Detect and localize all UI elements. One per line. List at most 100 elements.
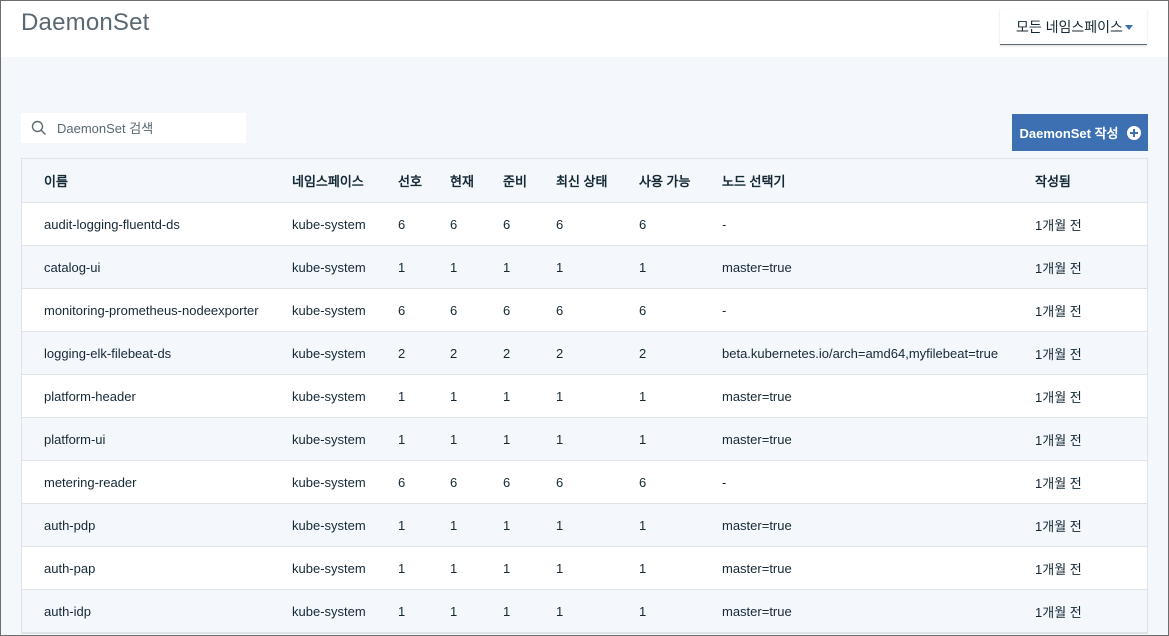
cell-desired: 1	[398, 388, 406, 404]
cell-name[interactable]: monitoring-prometheus-nodeexporter	[44, 289, 259, 331]
cell-ready: 6	[503, 216, 511, 232]
column-header-name[interactable]: 이름	[44, 159, 68, 202]
cell-name[interactable]: platform-ui	[44, 418, 105, 460]
cell-desired: 2	[398, 345, 406, 361]
daemonset-table: 이름 네임스페이스 선호 현재 준비 최신 상태 사용 가능 노드 선택기 작성…	[21, 158, 1148, 634]
cell-ready: 1	[503, 259, 511, 275]
cell-current: 1	[450, 517, 458, 533]
table-header: 이름 네임스페이스 선호 현재 준비 최신 상태 사용 가능 노드 선택기 작성…	[22, 159, 1147, 203]
cell-current: 2	[450, 345, 458, 361]
search-icon	[31, 120, 46, 135]
cell-ready: 1	[503, 603, 511, 619]
column-header-created[interactable]: 작성됨	[1035, 159, 1071, 202]
cell-namespace: kube-system	[292, 517, 366, 533]
cell-desired: 1	[398, 603, 406, 619]
table-row[interactable]: catalog-ui kube-system 1 1 1 1 1 master=true 1개월…	[22, 246, 1147, 289]
add-circle-icon	[1126, 125, 1141, 140]
search-box[interactable]	[21, 113, 246, 143]
cell-desired: 1	[398, 517, 406, 533]
table-row[interactable]: logging-elk-filebeat-ds kube-system 2 2 2 2 2 b…	[22, 332, 1147, 375]
cell-ready: 1	[503, 560, 511, 576]
column-header-up-to-date[interactable]: 최신 상태	[556, 159, 607, 202]
cell-ready: 1	[503, 388, 511, 404]
column-header-current[interactable]: 현재	[450, 159, 474, 202]
cell-name[interactable]: logging-elk-filebeat-ds	[44, 332, 171, 374]
cell-current: 1	[450, 560, 458, 576]
table-body: audit-logging-fluentd-ds kube-system 6 6 6 6 6…	[22, 203, 1147, 633]
cell-node-selector: master=true	[722, 259, 792, 275]
cell-name[interactable]: metering-reader	[44, 461, 137, 503]
namespace-dropdown[interactable]: 모든 네임스페이스	[1000, 9, 1147, 45]
table-row[interactable]: platform-ui kube-system 1 1 1 1 1 master=true 1개…	[22, 418, 1147, 461]
cell-desired: 6	[398, 474, 406, 490]
cell-ready: 1	[503, 431, 511, 447]
cell-up-to-date: 1	[556, 431, 564, 447]
cell-node-selector: master=true	[722, 388, 792, 404]
cell-created: 1개월 전	[1035, 346, 1082, 362]
table-row[interactable]: monitoring-prometheus-nodeexporter kube-s…	[22, 289, 1147, 332]
cell-name[interactable]: auth-pap	[44, 547, 95, 589]
search-input[interactable]	[57, 120, 237, 136]
cell-desired: 1	[398, 431, 406, 447]
cell-created: 1개월 전	[1035, 604, 1082, 620]
cell-current: 1	[450, 259, 458, 275]
create-daemonset-button[interactable]: DaemonSet 작성	[1012, 114, 1148, 151]
cell-desired: 1	[398, 259, 406, 275]
column-header-namespace[interactable]: 네임스페이스	[292, 159, 364, 202]
cell-namespace: kube-system	[292, 345, 366, 361]
cell-current: 1	[450, 431, 458, 447]
column-header-desired[interactable]: 선호	[398, 159, 422, 202]
cell-available: 6	[639, 474, 647, 490]
cell-available: 1	[639, 388, 647, 404]
chevron-down-icon	[1125, 25, 1133, 30]
cell-name[interactable]: platform-header	[44, 375, 136, 417]
cell-node-selector: -	[722, 302, 727, 318]
table-row[interactable]: platform-header kube-system 1 1 1 1 1 master=tr…	[22, 375, 1147, 418]
cell-name[interactable]: audit-logging-fluentd-ds	[44, 203, 180, 245]
cell-desired: 6	[398, 302, 406, 318]
cell-node-selector: beta.kubernetes.io/arch=amd64,myfilebeat…	[722, 345, 999, 361]
table-row[interactable]: metering-reader kube-system 6 6 6 6 6 - 1개월 전	[22, 461, 1147, 504]
cell-node-selector: master=true	[722, 560, 792, 576]
cell-up-to-date: 1	[556, 560, 564, 576]
cell-current: 1	[450, 388, 458, 404]
cell-available: 1	[639, 431, 647, 447]
table-row[interactable]: auth-idp kube-system 1 1 1 1 1 master=true 1개월 전	[22, 590, 1147, 633]
column-header-available[interactable]: 사용 가능	[639, 159, 690, 202]
cell-up-to-date: 1	[556, 259, 564, 275]
cell-node-selector: master=true	[722, 517, 792, 533]
cell-up-to-date: 1	[556, 517, 564, 533]
column-header-ready[interactable]: 준비	[503, 159, 527, 202]
cell-current: 1	[450, 603, 458, 619]
table-row[interactable]: audit-logging-fluentd-ds kube-system 6 6 6 6 6…	[22, 203, 1147, 246]
cell-name[interactable]: catalog-ui	[44, 246, 100, 288]
column-header-node-selector[interactable]: 노드 선택기	[722, 159, 785, 202]
cell-ready: 1	[503, 517, 511, 533]
cell-name[interactable]: auth-pdp	[44, 504, 95, 546]
cell-name[interactable]: auth-idp	[44, 590, 91, 632]
cell-namespace: kube-system	[292, 302, 366, 318]
cell-created: 1개월 전	[1035, 561, 1082, 577]
table-row[interactable]: auth-pdp kube-system 1 1 1 1 1 master=true 1개월 전	[22, 504, 1147, 547]
namespace-dropdown-label: 모든 네임스페이스	[1016, 18, 1123, 35]
cell-namespace: kube-system	[292, 259, 366, 275]
cell-ready: 6	[503, 302, 511, 318]
cell-namespace: kube-system	[292, 603, 366, 619]
cell-available: 6	[639, 216, 647, 232]
cell-up-to-date: 6	[556, 302, 564, 318]
cell-ready: 2	[503, 345, 511, 361]
cell-created: 1개월 전	[1035, 432, 1082, 448]
cell-created: 1개월 전	[1035, 475, 1082, 491]
cell-namespace: kube-system	[292, 560, 366, 576]
cell-available: 6	[639, 302, 647, 318]
cell-available: 2	[639, 345, 647, 361]
table-row[interactable]: auth-pap kube-system 1 1 1 1 1 master=true 1개월 전	[22, 547, 1147, 590]
cell-node-selector: master=true	[722, 431, 792, 447]
cell-up-to-date: 1	[556, 603, 564, 619]
cell-created: 1개월 전	[1035, 518, 1082, 534]
cell-namespace: kube-system	[292, 388, 366, 404]
cell-current: 6	[450, 302, 458, 318]
cell-up-to-date: 2	[556, 345, 564, 361]
cell-available: 1	[639, 560, 647, 576]
cell-current: 6	[450, 216, 458, 232]
